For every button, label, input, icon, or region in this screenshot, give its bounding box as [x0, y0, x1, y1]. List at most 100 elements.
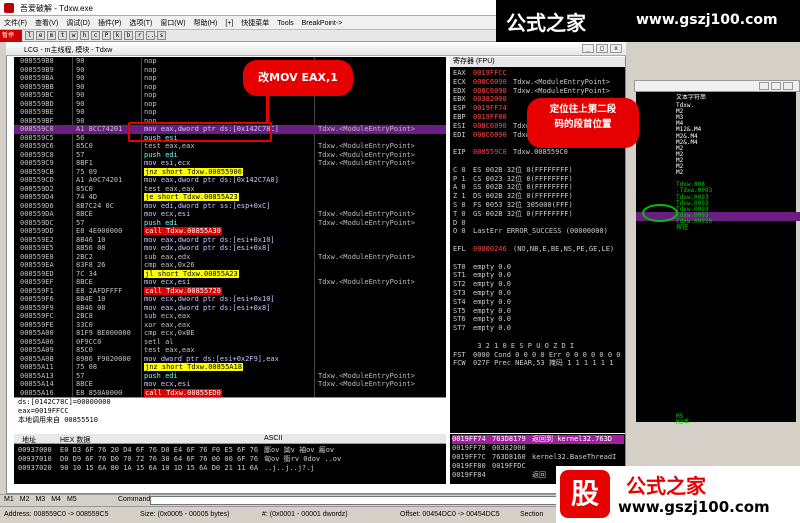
register-row[interactable]: ECX 008C6090 Tdxw.<ModuleEntryPoint> — [453, 78, 623, 87]
disasm-row[interactable]: 008559BE 90 nop — [14, 108, 446, 117]
disasm-row[interactable]: 008559D6 8B7C24 0C mov edi,dword ptr ss:[e… — [14, 202, 446, 211]
command-input[interactable] — [150, 496, 570, 505]
stack-row[interactable]: 0019FF78 00382000 — [452, 444, 624, 453]
close-button[interactable]: x — [610, 44, 622, 53]
register-row[interactable]: O 0 LastErr ERROR_SUCCESS (00000000) — [453, 227, 623, 236]
register-row[interactable]: ST1 empty 0.0 — [453, 271, 623, 280]
register-row[interactable]: D 0 — [453, 219, 623, 228]
disasm-row[interactable]: 008559BA 90 nop — [14, 74, 446, 83]
toolbar-button[interactable]: l — [25, 31, 34, 40]
menu-item[interactable]: 快捷菜单 — [237, 16, 273, 30]
register-row[interactable]: ST5 empty 0.0 — [453, 307, 623, 316]
disasm-row[interactable]: 008559C9 8BF1 mov esi,ecx Tdxw.<ModuleEntry… — [14, 159, 446, 168]
menu-item[interactable]: 选项(T) — [125, 16, 156, 30]
register-row[interactable]: ST3 empty 0.0 — [453, 289, 623, 298]
disasm-row[interactable]: 008559CD A1 A0C74201 mov eax,dword ptr ds:… — [14, 176, 446, 185]
register-row[interactable]: S 0 FS 0053 32位 305000(FFF) — [453, 201, 623, 210]
register-row[interactable]: ST2 empty 0.0 — [453, 280, 623, 289]
close-button[interactable] — [783, 82, 793, 90]
toolbar-button[interactable]: r — [135, 31, 144, 40]
register-row[interactable]: ST0 empty 0.0 — [453, 263, 623, 272]
register-row[interactable]: ST6 empty 0.0 — [453, 315, 623, 324]
disasm-row[interactable]: 008559DD E8 4E000000 call Tdxw.00855A30 — [14, 227, 446, 236]
toolbar-button[interactable]: w — [69, 31, 78, 40]
strings-list[interactable]: 文本字符串 Tdxw. M2 M3 M4 M12&.M4 M2&.M4 M2&.M4 M2 M2… — [676, 94, 796, 424]
disasm-row[interactable]: 008559B9 90 nop — [14, 66, 446, 75]
command-tab[interactable]: M4 — [51, 496, 61, 503]
string-item[interactable]: M3手 — [676, 419, 796, 424]
toolbar-button[interactable]: P — [102, 31, 111, 40]
disasm-row[interactable]: 008559E2 8B46 10 mov eax,dword ptr ds:[esi… — [14, 236, 446, 245]
menu-item[interactable]: [+] — [221, 18, 237, 29]
dump-row[interactable]: 00937020 90 10 15 6A 80 1A 15 6A 10 1D 15… — [14, 464, 446, 473]
disassembly-pane[interactable]: 008559B8 90 nop 008559B9 90 nop 008559BA 90 nop 0… — [14, 57, 446, 397]
toolbar-button[interactable]: b — [124, 31, 133, 40]
toolbar-button[interactable]: m — [47, 31, 56, 40]
menu-item[interactable]: 调试(D) — [62, 16, 94, 30]
register-row[interactable]: A 0 SS 002B 32位 0(FFFFFFFF) — [453, 183, 623, 192]
register-row[interactable]: P 1 CS 0023 32位 0(FFFFFFFF) — [453, 175, 623, 184]
menu-item[interactable]: 插件(P) — [94, 16, 125, 30]
maximize-button[interactable]: □ — [596, 44, 608, 53]
toolbar-button[interactable]: t — [58, 31, 67, 40]
dump-row[interactable]: 00937010 D0 D9 6F 76 D0 70 72 76 30 64 6F… — [14, 455, 446, 464]
disasm-row[interactable]: 008559FE 33C0 xor eax,eax — [14, 321, 446, 330]
register-row[interactable] — [453, 236, 623, 245]
maximize-button[interactable] — [771, 82, 781, 90]
disasm-row[interactable]: 008559EF 8BCE mov ecx,esi Tdxw.<ModuleEntry… — [14, 278, 446, 287]
register-row[interactable]: T 0 GS 002B 32位 0(FFFFFFFF) — [453, 210, 623, 219]
menu-item[interactable]: 窗口(W) — [156, 16, 189, 30]
disasm-row[interactable]: 008559ED 7C 34 jl short Tdxw.00855A23 — [14, 269, 446, 279]
toolbar-button[interactable]: s — [157, 31, 166, 40]
stack-row[interactable]: 0019FF7C 763D8160 kernel32.BaseThreadI — [452, 453, 624, 462]
disasm-row[interactable]: 00855A13 57 push edi Tdxw.<ModuleEntryPoint… — [14, 372, 446, 381]
minimize-button[interactable]: _ — [582, 44, 594, 53]
register-row[interactable] — [453, 254, 623, 263]
register-row[interactable]: FST 0000 Cond 0 0 0 0 Err 0 0 0 0 0 0 0 0 — [453, 351, 625, 360]
register-row[interactable]: FCW 027F Prec NEAR,53 掩码 1 1 1 1 1 1 — [453, 359, 623, 368]
disasm-row[interactable]: 00855A14 8BCE mov ecx,esi Tdxw.<ModuleEntry… — [14, 380, 446, 389]
disasm-row[interactable]: 00855A0B 8986 F9020000 mov dword ptr ds:[e… — [14, 355, 446, 364]
disasm-row[interactable]: 008559BD 90 nop — [14, 100, 446, 109]
menu-item[interactable]: 文件(F) — [0, 16, 31, 30]
disasm-row[interactable]: 008559C8 57 push edi Tdxw.<ModuleEntryPoint… — [14, 151, 446, 160]
register-row[interactable]: 3 2 1 0 E S P U O Z D I — [453, 342, 623, 351]
disasm-row[interactable]: 008559CB 75 09 jnz short Tdxw.00855906 — [14, 167, 446, 177]
disasm-row[interactable]: 008559EA 83F8 26 cmp eax,0x26 — [14, 261, 446, 270]
disasm-row[interactable]: 008559F9 8B46 08 mov eax,dword ptr ds:[esi… — [14, 304, 446, 313]
register-row[interactable] — [453, 333, 623, 342]
register-row[interactable]: EAX 0019FFCC — [453, 69, 623, 78]
disasm-row[interactable]: 008559E8 2BC2 sub eax,edx Tdxw.<ModuleEntry… — [14, 253, 446, 262]
command-tab[interactable]: M1 — [4, 496, 14, 503]
menu-item[interactable]: 帮助(H) — [190, 16, 222, 30]
register-row[interactable]: C 0 ES 002B 32位 0(FFFFFFFF) — [453, 166, 623, 175]
disasm-row[interactable]: 008559FC 2BC8 sub ecx,eax — [14, 312, 446, 321]
disasm-row[interactable]: 00855A16 E8 850A0000 call Tdxw.00855ED0 — [14, 388, 446, 398]
disasm-row[interactable]: 008559F6 8B4E 10 mov ecx,dword ptr ds:[esi… — [14, 295, 446, 304]
register-row[interactable]: EIP 008559C0 Tdxw.008559C0 — [453, 148, 623, 157]
toolbar-button[interactable]: k — [113, 31, 122, 40]
menu-item[interactable]: BreakPoint-> — [298, 18, 347, 29]
toolbar-button[interactable]: c — [91, 31, 100, 40]
disasm-row[interactable]: 00855A06 0F9CC0 setl al — [14, 338, 446, 347]
disasm-row[interactable]: 008559D4 74 4D je short Tdxw.00855A23 — [14, 193, 446, 202]
disasm-row[interactable]: 008559BC 90 nop — [14, 91, 446, 100]
disasm-row[interactable]: 00855A11 75 08 jnz short Tdxw.00855A18 — [14, 363, 446, 372]
disasm-row[interactable]: 008559B8 90 nop — [14, 57, 446, 66]
disasm-row[interactable]: 00855A09 85C0 test eax,eax — [14, 346, 446, 355]
register-row[interactable]: Z 1 DS 002B 32位 0(FFFFFFFF) — [453, 192, 623, 201]
register-row[interactable]: EFL 00000246 (NO,NB,E,BE,NS,PE,GE,LE) — [453, 245, 623, 254]
disasm-row[interactable]: 008559E5 8B56 08 mov edx,dword ptr ds:[esi… — [14, 244, 446, 253]
command-tab[interactable]: M2 — [20, 496, 30, 503]
disasm-row[interactable]: 008559DC 57 push edi Tdxw.<ModuleEntryPoint… — [14, 219, 446, 228]
menu-item[interactable]: Tools — [273, 18, 297, 29]
menu-item[interactable]: 查看(V) — [31, 16, 62, 30]
disasm-row[interactable]: 008559C6 85C0 test eax,eax Tdxw.<ModuleEntr… — [14, 142, 446, 151]
disasm-row[interactable]: 008559F1 E8 2AFDFFFF call Tdxw.00855720 — [14, 286, 446, 296]
command-tab[interactable]: M5 — [67, 496, 77, 503]
disasm-row[interactable]: 008559BB 90 nop — [14, 83, 446, 92]
command-tab[interactable]: M3 — [35, 496, 45, 503]
register-row[interactable]: ST7 empty 0.0 — [453, 324, 623, 333]
disasm-row[interactable]: 00855A00 81F9 BE000000 cmp ecx,0xBE — [14, 329, 446, 338]
dump-row[interactable]: 00937000 E0 D3 6F 76 20 D4 6F 76 D0 E4 6F… — [14, 446, 446, 455]
